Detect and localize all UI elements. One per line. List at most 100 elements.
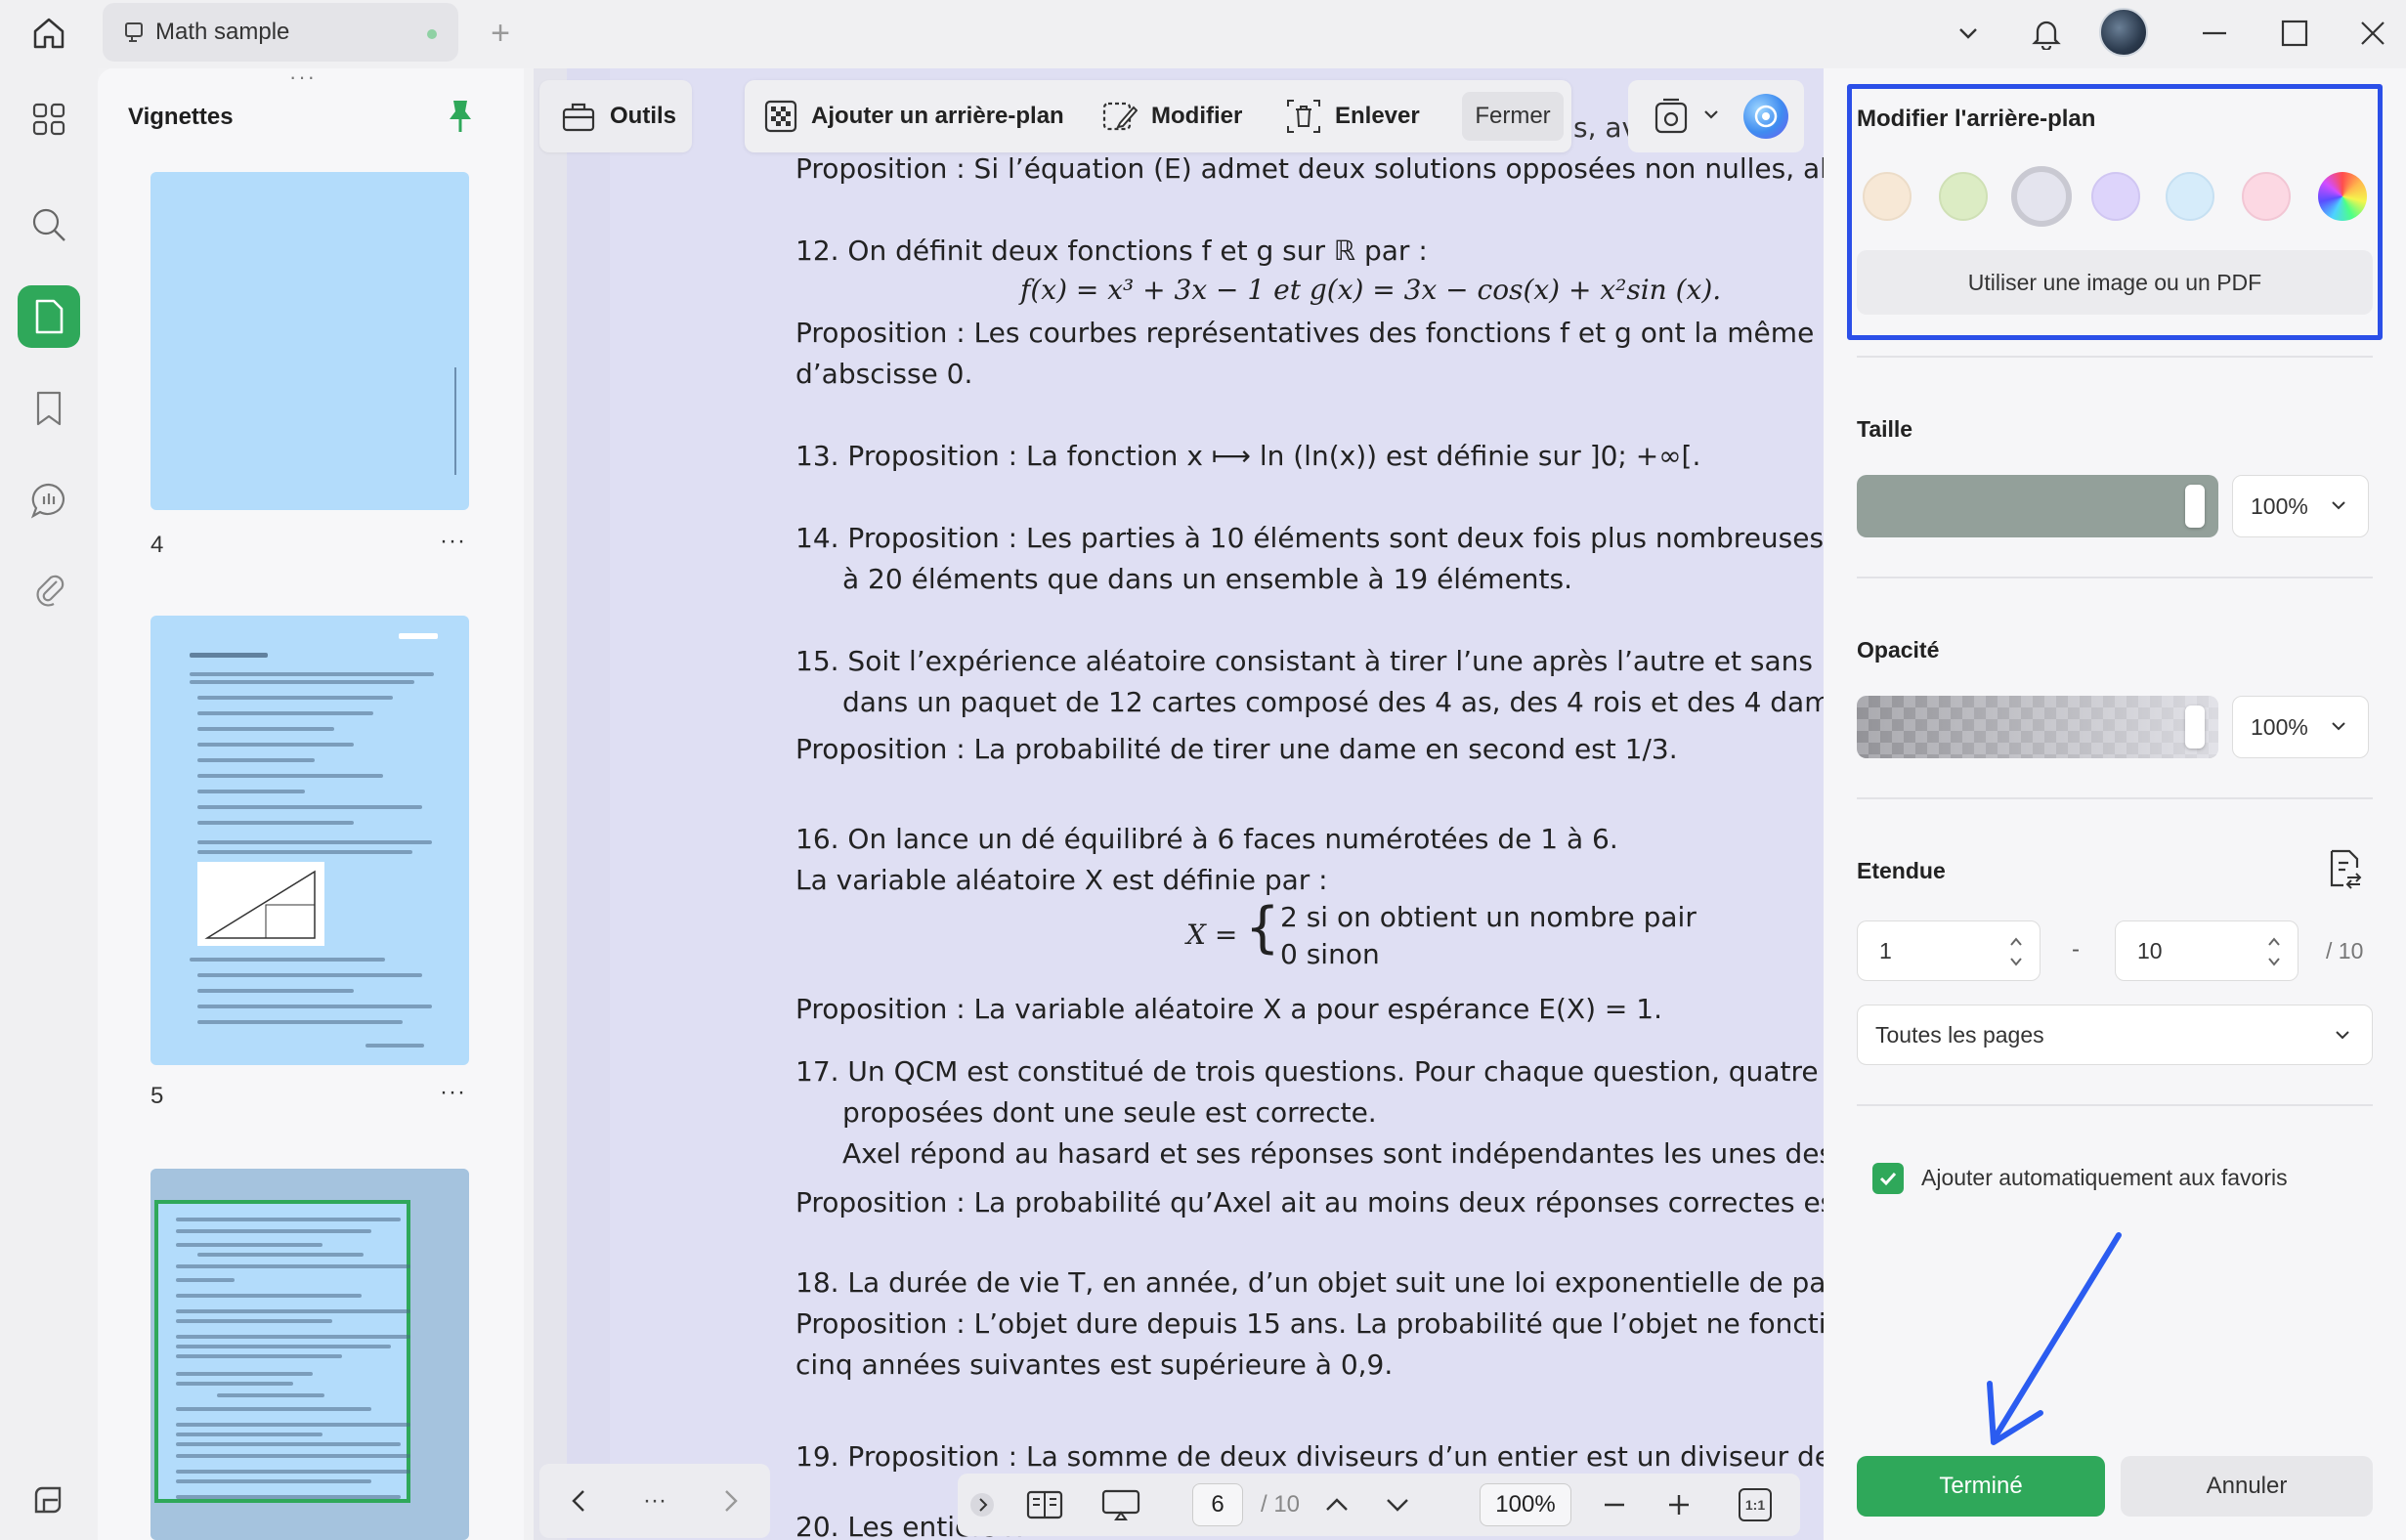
attachment-icon[interactable]: [18, 557, 80, 620]
modify-background-button[interactable]: Modifier: [1102, 80, 1242, 152]
document-viewer[interactable]: Proposition : Si l’équation (E) admet de…: [534, 68, 1824, 1540]
zoom-in-icon[interactable]: [1657, 1474, 1700, 1536]
close-background-button[interactable]: Fermer: [1462, 92, 1564, 141]
presentation-icon[interactable]: [1096, 1474, 1145, 1536]
doc-line: Proposition : L’objet dure depuis 15 ans…: [795, 1307, 1824, 1340]
close-icon[interactable]: [2351, 12, 2394, 55]
doc-line: Proposition : Les courbes représentative…: [795, 317, 1824, 349]
doc-line: à 20 éléments que dans un ensemble à 19 …: [842, 563, 1573, 595]
thumbnail-page-number: 5: [150, 1083, 164, 1109]
thumbnail-viewport-frame: [154, 1200, 410, 1503]
annotation-arrow-icon: [1987, 1232, 2122, 1445]
chevron-down-icon[interactable]: [1947, 12, 1990, 55]
thumbnails-panel: ··· Vignettes 4 ··· 5 ···: [98, 64, 524, 1540]
thumbnail-page-5[interactable]: [150, 616, 469, 1065]
cancel-button[interactable]: Annuler: [2121, 1456, 2373, 1517]
search-icon[interactable]: [18, 193, 80, 256]
size-slider-handle[interactable]: [2185, 485, 2205, 528]
doc-line: 17. Un QCM est constitué de trois questi…: [795, 1055, 1824, 1088]
zoom-level-input[interactable]: 100%: [1480, 1483, 1571, 1526]
doc-line: Proposition : La probabilité qu’Axel ait…: [795, 1186, 1824, 1219]
doc-line: cinq années suivantes est supérieure à 0…: [795, 1348, 1394, 1381]
doc-line: 14. Proposition : Les parties à 10 éléme…: [795, 522, 1824, 554]
actual-size-button[interactable]: 1:1: [1736, 1474, 1775, 1536]
custom-color-picker-icon[interactable]: [2318, 172, 2367, 221]
opacity-dropdown[interactable]: 100%: [2232, 696, 2369, 758]
thumbnail-more-button[interactable]: ···: [440, 1079, 466, 1106]
size-slider[interactable]: [1857, 475, 2218, 537]
thumbnail-more-button[interactable]: ···: [440, 528, 466, 555]
ai-assistant-icon[interactable]: [1743, 94, 1788, 139]
page-number-input[interactable]: 6: [1192, 1483, 1243, 1526]
doc-equation-label: X =: [1186, 919, 1238, 951]
modify-label: Modifier: [1151, 103, 1243, 129]
page-nav-bar: ···: [539, 1464, 770, 1538]
range-to-input[interactable]: 10: [2115, 920, 2299, 981]
two-page-view-icon[interactable]: [1022, 1474, 1067, 1536]
opacity-slider-handle[interactable]: [2185, 706, 2205, 749]
chevron-down-icon[interactable]: [1702, 106, 1720, 128]
new-tab-button[interactable]: +: [481, 14, 520, 53]
range-from-input[interactable]: 1: [1857, 920, 2041, 981]
maximize-icon[interactable]: [2273, 12, 2316, 55]
minimize-icon[interactable]: [2193, 12, 2236, 55]
panel-drag-handle[interactable]: ···: [289, 64, 317, 90]
color-swatch-beige[interactable]: [1863, 172, 1912, 221]
next-page-icon[interactable]: [1376, 1474, 1419, 1536]
comments-icon[interactable]: [18, 469, 80, 532]
trash-frame-icon: [1287, 100, 1320, 133]
page-control-bar: 6 / 10 100% 1:1: [958, 1474, 1800, 1536]
document-tab[interactable]: Math sample: [103, 3, 458, 62]
apps-grid-icon[interactable]: [18, 88, 80, 150]
tab-title: Math sample: [155, 19, 290, 45]
bookmark-icon[interactable]: [18, 377, 80, 440]
avatar[interactable]: [2099, 8, 2148, 57]
product-logo-icon[interactable]: [18, 1470, 80, 1532]
use-image-or-pdf-button[interactable]: Utiliser une image ou un PDF: [1857, 250, 2373, 315]
spinner-arrows-icon[interactable]: [2266, 933, 2282, 970]
pdf-page: Proposition : Si l’équation (E) admet de…: [567, 68, 1824, 1540]
collapse-bar-icon[interactable]: [967, 1474, 997, 1536]
add-background-label: Ajouter un arrière-plan: [811, 103, 1064, 129]
color-swatch-green[interactable]: [1939, 172, 1988, 221]
thumbnails-page-icon[interactable]: [18, 285, 80, 348]
spinner-arrows-icon[interactable]: [2008, 933, 2024, 970]
opacity-slider[interactable]: [1857, 696, 2218, 758]
remove-background-button[interactable]: Enlever: [1286, 80, 1420, 152]
add-background-button[interactable]: Ajouter un arrière-plan: [764, 80, 1064, 152]
panel-title: Modifier l'arrière-plan: [1857, 106, 2096, 132]
size-dropdown[interactable]: 100%: [2232, 475, 2369, 537]
home-icon[interactable]: [27, 12, 70, 55]
thumbnail-page-6[interactable]: [150, 1169, 469, 1540]
pages-select[interactable]: Toutes les pages: [1857, 1005, 2373, 1065]
page-total: / 10: [1260, 1491, 1301, 1518]
remove-label: Enlever: [1335, 103, 1420, 129]
doc-line: Axel répond au hasard et ses réponses so…: [842, 1137, 1824, 1170]
range-dash: -: [2072, 936, 2080, 962]
edit-background-icon: [1102, 102, 1138, 131]
more-options-button[interactable]: ···: [633, 1464, 676, 1538]
done-button[interactable]: Terminé: [1857, 1456, 2105, 1517]
tools-button[interactable]: Outils: [539, 80, 692, 152]
page-range-settings-icon[interactable]: [2326, 848, 2363, 894]
doc-line: 0 sinon: [1280, 938, 1380, 970]
pin-icon[interactable]: [446, 98, 475, 140]
zoom-out-icon[interactable]: [1593, 1474, 1636, 1536]
size-label: Taille: [1857, 416, 1913, 442]
doc-line: Proposition : Si l’équation (E) admet de…: [795, 152, 1824, 185]
bell-icon[interactable]: [2025, 12, 2068, 55]
chevron-right-icon[interactable]: [711, 1464, 751, 1538]
chevron-left-icon[interactable]: [559, 1464, 598, 1538]
color-swatch-purple[interactable]: [2091, 172, 2140, 221]
color-swatch-lavender-selected[interactable]: [2011, 166, 2072, 227]
chevron-down-icon: [2332, 501, 2345, 510]
color-swatch-pink[interactable]: [2242, 172, 2291, 221]
color-swatch-blue[interactable]: [2166, 172, 2214, 221]
doc-line: f(x) = x³ + 3x − 1 et g(x) = 3x − cos(x)…: [1020, 274, 1722, 306]
title-bar: Math sample +: [0, 0, 2406, 68]
previous-page-icon[interactable]: [1315, 1474, 1358, 1536]
save-icon[interactable]: [1654, 98, 1689, 140]
thumbnail-page-4[interactable]: [150, 172, 469, 510]
range-total: / 10: [2326, 938, 2364, 963]
auto-favorites-checkbox[interactable]: [1872, 1163, 1904, 1194]
